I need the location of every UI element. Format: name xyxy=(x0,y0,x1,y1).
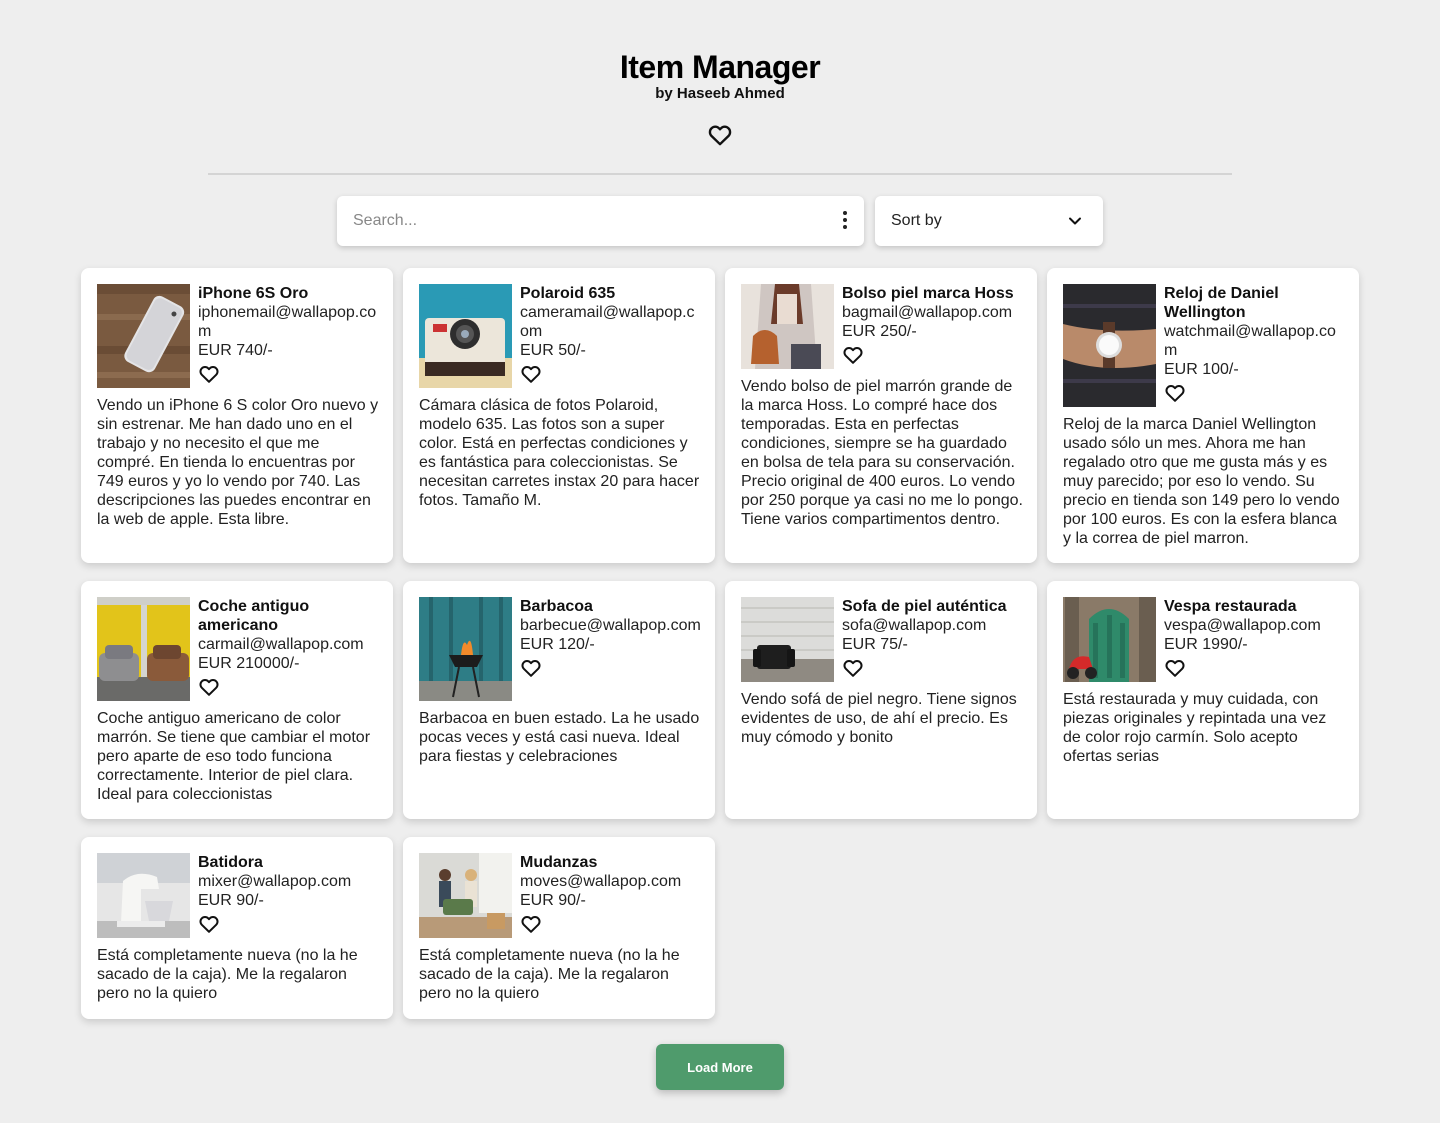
favorite-heart-icon[interactable] xyxy=(198,363,220,385)
item-description: Vendo bolso de piel marrón grande de la … xyxy=(741,378,1023,528)
item-price: EUR 90/- xyxy=(198,892,264,909)
search-input[interactable] xyxy=(337,196,817,246)
item-card[interactable]: Mudanzas moves@wallapop.com EUR 90/- Est… xyxy=(403,837,715,1019)
item-image xyxy=(741,284,834,369)
item-description: Vendo sofá de piel negro. Tiene signos e… xyxy=(741,691,1017,746)
item-card[interactable]: iPhone 6S Oro iphonemail@wallapop.com EU… xyxy=(81,268,393,563)
item-price: EUR 90/- xyxy=(520,892,586,909)
favorite-heart-icon[interactable] xyxy=(520,363,542,385)
item-image xyxy=(97,597,190,701)
item-email: sofa@wallapop.com xyxy=(842,617,987,634)
item-price: EUR 50/- xyxy=(520,342,586,359)
item-email: moves@wallapop.com xyxy=(520,873,682,890)
item-card[interactable]: Barbacoa barbecue@wallapop.com EUR 120/-… xyxy=(403,581,715,819)
item-title: Batidora xyxy=(198,854,263,871)
item-description: Cámara clásica de fotos Polaroid, modelo… xyxy=(419,397,700,509)
item-image xyxy=(419,853,512,938)
item-card[interactable]: Vespa restaurada vespa@wallapop.com EUR … xyxy=(1047,581,1359,819)
item-title: Sofa de piel auténtica xyxy=(842,598,1007,615)
item-title: Bolso piel marca Hoss xyxy=(842,285,1014,302)
item-card[interactable]: Sofa de piel auténtica sofa@wallapop.com… xyxy=(725,581,1037,819)
item-price: EUR 250/- xyxy=(842,323,917,340)
item-card[interactable]: Coche antiguo americano carmail@wallapop… xyxy=(81,581,393,819)
item-price: EUR 100/- xyxy=(1164,361,1239,378)
item-image xyxy=(1063,284,1156,407)
item-email: barbecue@wallapop.com xyxy=(520,617,701,634)
item-image xyxy=(1063,597,1156,682)
sort-dropdown[interactable]: Sort by xyxy=(875,196,1103,246)
item-card[interactable]: Reloj de Daniel Wellington watchmail@wal… xyxy=(1047,268,1359,563)
favorite-heart-icon[interactable] xyxy=(842,657,864,679)
item-title: Coche antiguo americano xyxy=(198,598,310,634)
item-email: mixer@wallapop.com xyxy=(198,873,352,890)
item-title: Vespa restaurada xyxy=(1164,598,1297,615)
item-title: Reloj de Daniel Wellington xyxy=(1164,285,1279,321)
item-description: Reloj de la marca Daniel Wellington usad… xyxy=(1063,416,1340,547)
item-description: Está restaurada y muy cuidada, con pieza… xyxy=(1063,691,1327,765)
item-email: vespa@wallapop.com xyxy=(1164,617,1321,634)
item-price: EUR 1990/- xyxy=(1164,636,1248,653)
item-email: watchmail@wallapop.com xyxy=(1164,323,1336,359)
item-card[interactable]: Polaroid 635 cameramail@wallapop.com EUR… xyxy=(403,268,715,563)
favorite-heart-icon[interactable] xyxy=(1164,382,1186,404)
item-title: Polaroid 635 xyxy=(520,285,616,302)
favorites-heart-icon[interactable] xyxy=(707,122,733,148)
item-description: Vendo un iPhone 6 S color Oro nuevo y si… xyxy=(97,397,379,528)
item-email: iphonemail@wallapop.com xyxy=(198,304,377,340)
item-title: iPhone 6S Oro xyxy=(198,285,309,302)
item-email: cameramail@wallapop.com xyxy=(520,304,695,340)
item-price: EUR 210000/- xyxy=(198,655,300,672)
item-image xyxy=(419,284,512,388)
item-email: carmail@wallapop.com xyxy=(198,636,364,653)
more-vertical-icon[interactable] xyxy=(836,209,854,233)
item-description: Barbacoa en buen estado. La he usado poc… xyxy=(419,710,700,765)
item-price: EUR 75/- xyxy=(842,636,908,653)
item-card[interactable]: Bolso piel marca Hoss bagmail@wallapop.c… xyxy=(725,268,1037,563)
item-image xyxy=(419,597,512,701)
favorite-heart-icon[interactable] xyxy=(1164,657,1186,679)
page-subtitle: by Haseeb Ahmed xyxy=(655,85,785,102)
header-divider xyxy=(208,173,1232,175)
favorite-heart-icon[interactable] xyxy=(842,344,864,366)
search-bar xyxy=(337,196,864,246)
item-title: Mudanzas xyxy=(520,854,598,871)
item-description: Está completamente nueva (no la he sacad… xyxy=(419,947,680,1002)
page-title: Item Manager xyxy=(619,49,821,85)
item-description: Está completamente nueva (no la he sacad… xyxy=(97,947,358,1002)
item-image xyxy=(97,853,190,938)
favorite-heart-icon[interactable] xyxy=(520,913,542,935)
load-more-button[interactable]: Load More xyxy=(656,1044,784,1090)
item-image xyxy=(741,597,834,682)
item-image xyxy=(97,284,190,388)
favorite-heart-icon[interactable] xyxy=(198,676,220,698)
item-price: EUR 740/- xyxy=(198,342,273,359)
item-card[interactable]: Batidora mixer@wallapop.com EUR 90/- Est… xyxy=(81,837,393,1019)
item-price: EUR 120/- xyxy=(520,636,595,653)
app-header: Item Manager by Haseeb Ahmed xyxy=(0,48,1440,102)
sort-label: Sort by xyxy=(891,212,942,229)
favorite-heart-icon[interactable] xyxy=(520,657,542,679)
favorite-heart-icon[interactable] xyxy=(198,913,220,935)
chevron-down-icon xyxy=(1069,217,1081,225)
item-email: bagmail@wallapop.com xyxy=(842,304,1013,321)
item-description: Coche antiguo americano de color marrón.… xyxy=(97,710,371,803)
item-title: Barbacoa xyxy=(520,598,593,615)
